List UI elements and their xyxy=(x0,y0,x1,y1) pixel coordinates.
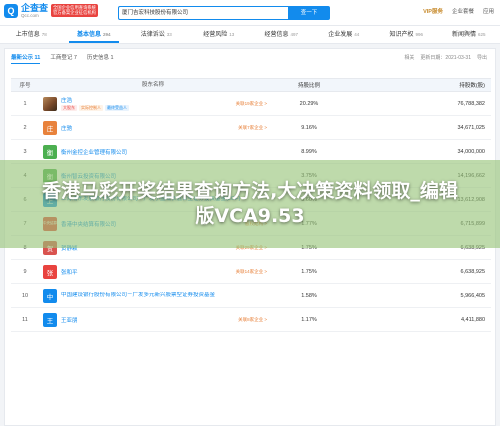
holder-name[interactable]: 庄浩 xyxy=(61,96,72,104)
tab-business-risk[interactable]: 经营风险 13 xyxy=(188,26,251,43)
tab-news[interactable]: 新闻舆情 625 xyxy=(438,26,500,43)
table-row: 9 张 张和平 关联14家企业 > 1.75% 6,638,925 xyxy=(11,260,491,284)
relation-link[interactable]: 关联19家企业 > xyxy=(236,101,267,107)
related-link[interactable]: 相关 xyxy=(404,54,414,61)
col-index: 序号 xyxy=(19,83,31,89)
row-index: 10 xyxy=(21,292,29,299)
holder-tag: 大股东 xyxy=(61,105,77,111)
export-button[interactable]: 导出 xyxy=(477,54,487,61)
update-date: 更新日期：2021-03-31 xyxy=(420,55,471,61)
relation-link[interactable]: 关联7家企业 > xyxy=(238,125,267,131)
logo-icon: Q xyxy=(4,4,18,19)
holder-tag: 实际控制人 xyxy=(79,105,103,111)
meta-bar: 相关 更新日期：2021-03-31 导出 xyxy=(404,54,487,61)
vip-link[interactable]: VIP服务 xyxy=(423,7,443,15)
subtab-history[interactable]: 历史信息 1 xyxy=(87,53,114,64)
main-tabs: 上市信息 78 基本信息 294 法律诉讼 33 经营风险 13 经营信息 497 企业发… xyxy=(0,26,500,44)
holder-avatar xyxy=(43,96,57,111)
tab-basic-info[interactable]: 基本信息 294 xyxy=(63,26,126,43)
col-amount: 持股数(股) xyxy=(459,83,485,89)
package-link[interactable]: 企业套餐 xyxy=(452,7,474,15)
holder-name[interactable]: 衡州金控企业管理有限公司 xyxy=(61,148,127,156)
holder-name[interactable]: 庄驰 xyxy=(61,124,72,132)
row-index: 1 xyxy=(23,100,27,107)
holder-name[interactable]: 中国建设银行股份有限公司－广发多元新兴股票型证券投资基金 xyxy=(61,292,215,299)
apps-link[interactable]: 应用 xyxy=(483,7,494,15)
tab-ip[interactable]: 知识产权 996 xyxy=(375,26,438,43)
relation-link[interactable]: 关联14家企业 > xyxy=(236,269,267,275)
logo-name: 企查查 xyxy=(21,3,49,13)
holder-avatar: 王 xyxy=(43,312,57,327)
table-row: 10 中 中国建设银行股份有限公司－广发多元新兴股票型证券投资基金 1.58% … xyxy=(11,284,491,308)
holder-name[interactable]: 王亚朋 xyxy=(61,316,78,324)
holder-tags: 大股东 实际控制人 最终受益人 xyxy=(61,105,228,111)
table-row: 1 庄浩 大股东 实际控制人 最终受益人 关联19家企业 > 20.29% 76,7… xyxy=(11,92,491,116)
holder-tag: 最终受益人 xyxy=(105,105,129,111)
subtab-registration[interactable]: 工商登记 7 xyxy=(50,53,77,64)
col-holder: 股东名称 xyxy=(141,82,164,88)
tab-lawsuits[interactable]: 法律诉讼 33 xyxy=(125,26,188,43)
table-header: 序号 股东名称 持股比例 持股数(股) xyxy=(11,78,491,92)
row-index: 9 xyxy=(23,268,27,275)
holding-ratio: 20.29% xyxy=(299,100,319,107)
holder-avatar: 庄 xyxy=(43,120,57,135)
holding-amount: 34,000,000 xyxy=(457,148,485,155)
search-input[interactable]: 厦门吉宏科技股份有限公司 xyxy=(118,6,288,20)
holding-amount: 34,671,025 xyxy=(457,124,485,131)
top-bar: Q 企查查 Qcc.com 全国企业信用查询系统 官方备案企业征信机构 厦门吉宏… xyxy=(0,0,500,26)
row-index: 11 xyxy=(22,316,28,323)
overlay-text: 香港马彩开奖结果查询方法,大决策资料领取_编辑版VCA9.53 xyxy=(42,180,458,227)
subtab-latest[interactable]: 最新公示 11 xyxy=(11,53,41,64)
holder-avatar: 衡 xyxy=(43,144,57,159)
tab-listing-info[interactable]: 上市信息 78 xyxy=(0,26,63,43)
row-index: 2 xyxy=(23,124,27,131)
row-index: 3 xyxy=(23,148,27,155)
sub-tabs: 最新公示 11 工商登记 7 历史信息 1 xyxy=(11,53,114,64)
holding-ratio: 9.16% xyxy=(301,124,317,131)
holding-amount: 5,966,405 xyxy=(460,292,485,299)
tab-business-info[interactable]: 经营信息 497 xyxy=(250,26,313,43)
table-row: 2 庄 庄驰 关联7家企业 > 9.16% 34,671,025 xyxy=(11,116,491,140)
table-row: 11 王 王亚朋 关联8家企业 > 1.17% 4,411,880 xyxy=(11,308,491,332)
holding-amount: 76,788,382 xyxy=(457,100,485,107)
top-links: VIP服务 企业套餐 应用 xyxy=(423,7,494,15)
holder-avatar: 中 xyxy=(43,288,57,303)
overlay-banner: 香港马彩开奖结果查询方法,大决策资料领取_编辑版VCA9.53 xyxy=(0,160,500,248)
relation-link[interactable]: 关联8家企业 > xyxy=(238,317,267,323)
holding-amount: 6,638,925 xyxy=(460,268,485,275)
holding-amount: 4,411,880 xyxy=(460,316,485,323)
holding-ratio: 8.99% xyxy=(301,148,317,155)
holder-avatar: 张 xyxy=(43,264,57,279)
holding-ratio: 1.75% xyxy=(301,268,317,275)
tab-development[interactable]: 企业发展 44 xyxy=(313,26,376,43)
logo-domain: Qcc.com xyxy=(21,13,39,18)
slogan-badge: 全国企业信用查询系统 官方备案企业征信机构 xyxy=(51,4,98,17)
logo[interactable]: Q 企查查 Qcc.com xyxy=(4,4,48,19)
holding-ratio: 1.58% xyxy=(301,292,317,299)
search-button[interactable]: 查一下 xyxy=(288,6,330,20)
holding-ratio: 1.17% xyxy=(301,316,317,323)
holder-name[interactable]: 张和平 xyxy=(61,268,78,276)
col-ratio: 持股比例 xyxy=(297,83,320,89)
